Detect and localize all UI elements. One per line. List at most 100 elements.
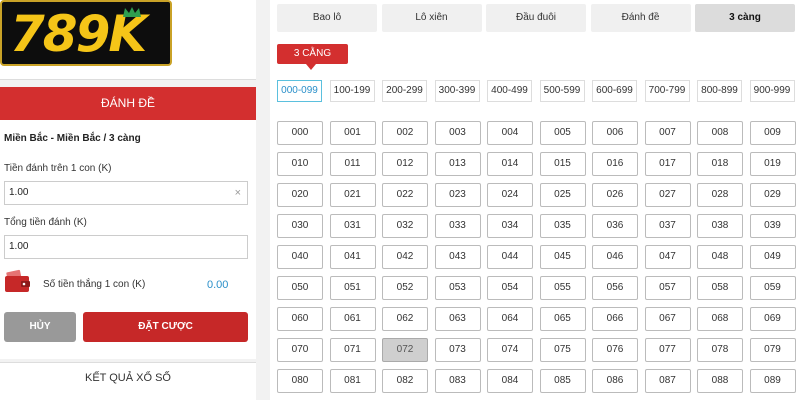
number-button[interactable]: 029 — [749, 183, 796, 207]
number-button[interactable]: 042 — [382, 245, 428, 269]
logo[interactable]: 789K — [0, 0, 172, 66]
range-option[interactable]: 000-099 — [277, 80, 322, 102]
number-button[interactable]: 007 — [644, 121, 691, 145]
number-button[interactable]: 015 — [539, 152, 586, 176]
number-button[interactable]: 011 — [329, 152, 376, 176]
number-button[interactable]: 067 — [644, 307, 691, 331]
number-button[interactable]: 039 — [749, 214, 796, 238]
number-button[interactable]: 018 — [697, 152, 743, 176]
range-option[interactable]: 500-599 — [539, 80, 585, 102]
number-button[interactable]: 061 — [329, 307, 376, 331]
number-button[interactable]: 063 — [434, 307, 481, 331]
number-button[interactable]: 056 — [592, 276, 638, 300]
number-button[interactable]: 050 — [277, 276, 323, 300]
number-button[interactable]: 046 — [592, 245, 638, 269]
number-button[interactable]: 032 — [382, 214, 428, 238]
number-button[interactable]: 087 — [644, 369, 691, 393]
range-option[interactable]: 100-199 — [329, 80, 375, 102]
number-button[interactable]: 066 — [592, 307, 638, 331]
number-button[interactable]: 073 — [434, 338, 481, 362]
number-button[interactable]: 009 — [749, 121, 796, 145]
number-button[interactable]: 027 — [644, 183, 691, 207]
tab-0[interactable]: Bao lô — [277, 4, 377, 32]
number-button[interactable]: 001 — [329, 121, 376, 145]
number-button[interactable]: 075 — [539, 338, 586, 362]
number-button[interactable]: 006 — [592, 121, 638, 145]
number-button[interactable]: 088 — [697, 369, 743, 393]
tab-4[interactable]: 3 càng — [695, 4, 795, 32]
place-bet-button[interactable]: ĐẶT CƯỢC — [83, 312, 248, 342]
number-button[interactable]: 016 — [592, 152, 638, 176]
number-button[interactable]: 084 — [487, 369, 533, 393]
number-button[interactable]: 086 — [592, 369, 638, 393]
number-button[interactable]: 041 — [329, 245, 376, 269]
number-button[interactable]: 026 — [592, 183, 638, 207]
number-button[interactable]: 058 — [697, 276, 743, 300]
number-button[interactable]: 085 — [539, 369, 586, 393]
range-option[interactable]: 800-899 — [697, 80, 742, 102]
number-button[interactable]: 020 — [277, 183, 323, 207]
number-button[interactable]: 062 — [382, 307, 428, 331]
range-option[interactable]: 600-699 — [592, 80, 637, 102]
range-option[interactable]: 700-799 — [644, 80, 690, 102]
number-button[interactable]: 064 — [487, 307, 533, 331]
number-button[interactable]: 054 — [487, 276, 533, 300]
clear-icon[interactable]: × — [235, 182, 241, 204]
range-option[interactable]: 300-399 — [434, 80, 480, 102]
number-button[interactable]: 013 — [434, 152, 481, 176]
number-button[interactable]: 048 — [697, 245, 743, 269]
number-button[interactable]: 065 — [539, 307, 586, 331]
number-button[interactable]: 055 — [539, 276, 586, 300]
number-button[interactable]: 035 — [539, 214, 586, 238]
number-button[interactable]: 008 — [697, 121, 743, 145]
number-button[interactable]: 034 — [487, 214, 533, 238]
number-button[interactable]: 072 — [382, 338, 428, 362]
number-button[interactable]: 031 — [329, 214, 376, 238]
tab-3[interactable]: Đánh đề — [590, 4, 691, 32]
number-button[interactable]: 040 — [277, 245, 323, 269]
number-button[interactable]: 074 — [487, 338, 533, 362]
tab-2[interactable]: Đầu đuôi — [486, 4, 586, 32]
number-button[interactable]: 076 — [592, 338, 638, 362]
number-button[interactable]: 057 — [644, 276, 691, 300]
number-button[interactable]: 022 — [382, 183, 428, 207]
number-button[interactable]: 037 — [644, 214, 691, 238]
number-button[interactable]: 052 — [382, 276, 428, 300]
number-button[interactable]: 033 — [434, 214, 481, 238]
number-button[interactable]: 080 — [277, 369, 323, 393]
number-button[interactable]: 025 — [539, 183, 586, 207]
number-button[interactable]: 005 — [539, 121, 586, 145]
stake-input[interactable]: 1.00 × — [4, 181, 248, 205]
number-button[interactable]: 068 — [697, 307, 743, 331]
number-button[interactable]: 004 — [487, 121, 533, 145]
lottery-results-link[interactable]: KẾT QUẢ XỔ SỐ — [0, 362, 256, 400]
number-button[interactable]: 077 — [644, 338, 691, 362]
number-button[interactable]: 049 — [749, 245, 796, 269]
number-button[interactable]: 045 — [539, 245, 586, 269]
number-button[interactable]: 030 — [277, 214, 323, 238]
number-button[interactable]: 036 — [592, 214, 638, 238]
number-button[interactable]: 012 — [382, 152, 428, 176]
number-button[interactable]: 000 — [277, 121, 323, 145]
number-button[interactable]: 010 — [277, 152, 323, 176]
number-button[interactable]: 079 — [749, 338, 796, 362]
number-button[interactable]: 021 — [329, 183, 376, 207]
number-button[interactable]: 017 — [644, 152, 691, 176]
number-button[interactable]: 044 — [487, 245, 533, 269]
number-button[interactable]: 043 — [434, 245, 481, 269]
number-button[interactable]: 071 — [329, 338, 376, 362]
range-option[interactable]: 400-499 — [487, 80, 532, 102]
range-option[interactable]: 200-299 — [382, 80, 427, 102]
range-option[interactable]: 900-999 — [749, 80, 795, 102]
number-button[interactable]: 089 — [749, 369, 796, 393]
number-button[interactable]: 060 — [277, 307, 323, 331]
number-button[interactable]: 070 — [277, 338, 323, 362]
number-button[interactable]: 028 — [697, 183, 743, 207]
number-button[interactable]: 082 — [382, 369, 428, 393]
number-button[interactable]: 059 — [749, 276, 796, 300]
cancel-button[interactable]: HỦY — [4, 312, 76, 342]
number-button[interactable]: 002 — [382, 121, 428, 145]
tab-1[interactable]: Lô xiên — [381, 4, 482, 32]
number-button[interactable]: 083 — [434, 369, 481, 393]
number-button[interactable]: 019 — [749, 152, 796, 176]
